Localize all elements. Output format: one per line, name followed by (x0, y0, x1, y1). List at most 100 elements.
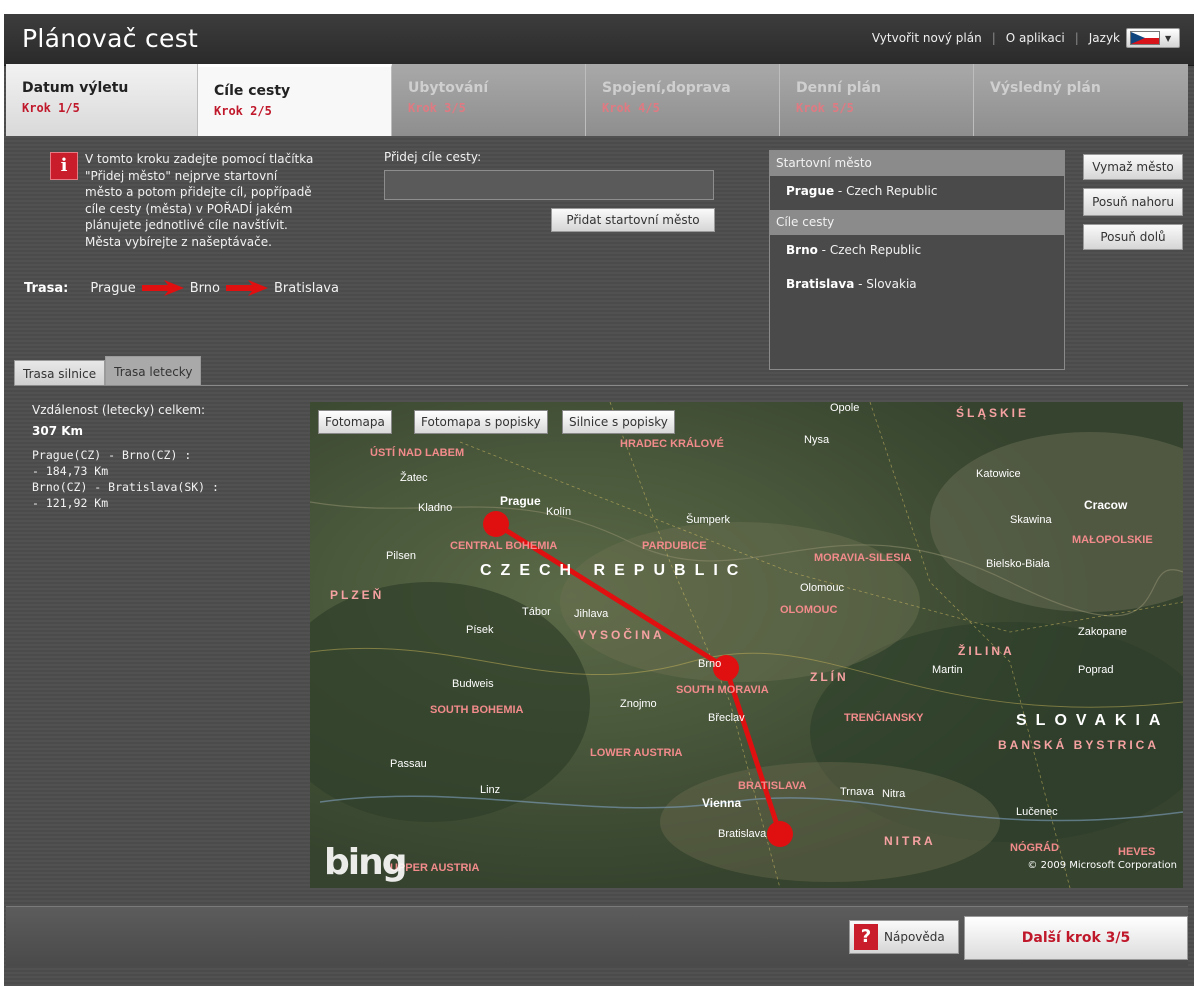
map-label: Poprad (1078, 664, 1114, 676)
step-title: Výsledný plán (990, 80, 1101, 96)
wizard-steps: Datum výletu Krok 1/5 Cíle cesty Krok 2/… (6, 64, 1188, 136)
step-tab-destinations[interactable]: Cíle cesty Krok 2/5 (198, 64, 392, 136)
map-label: Olomouc (800, 582, 845, 594)
map-label: VYSOČINA (578, 628, 665, 642)
next-step-button[interactable]: Další krok 3/5 (964, 916, 1188, 960)
distance-total: 307 Km (32, 424, 84, 438)
header-bar: Plánovač cest Vytvořit nový plán | O apl… (4, 14, 1194, 66)
map-label: ŚLĄSKIE (956, 406, 1030, 420)
step-tab-daily-plan[interactable]: Denní plán Krok 5/5 (780, 64, 974, 136)
route-city: Bratislava (274, 280, 339, 296)
map-label: SLOVAKIA (1016, 712, 1170, 729)
start-city-item[interactable]: Prague - Czech Republic (770, 176, 1064, 210)
map-label: LOWER AUSTRIA (590, 747, 683, 759)
map-label: Nysa (804, 434, 830, 446)
help-icon: ? (854, 924, 878, 950)
separator: | (1074, 31, 1079, 45)
map-label: Kolín (546, 506, 572, 518)
info-icon: i (50, 152, 78, 180)
route-label: Trasa: (24, 280, 69, 296)
app-title: Plánovač cest (22, 24, 199, 53)
step-number: Krok 2/5 (214, 104, 272, 118)
map-label: MORAVIA-SILESIA (814, 552, 912, 564)
map-label: OLOMOUC (780, 604, 838, 616)
map-label: Trnava (840, 786, 874, 798)
destinations-header: Cíle cesty (770, 210, 1064, 235)
city-country: Slovakia (866, 277, 917, 291)
distance-title: Vzdálenost (letecky) celkem: (32, 403, 206, 417)
route-tabs: Trasa silnice Trasa letecky (14, 356, 202, 386)
map-view[interactable]: ÚSTÍ NAD LABEM HRADEC KRÁLOVÉ PARDUBICE … (310, 402, 1183, 888)
help-button[interactable]: ? Nápověda (849, 920, 959, 954)
remove-city-button[interactable]: Vymaž město (1083, 154, 1183, 180)
step-title: Cíle cesty (214, 83, 291, 99)
tab-air-route[interactable]: Trasa letecky (105, 356, 202, 386)
map-label: BRATISLAVA (738, 780, 807, 792)
route-city: Prague (90, 280, 136, 296)
step-tab-accommodation[interactable]: Ubytování Krok 3/5 (392, 64, 586, 136)
about-link[interactable]: O aplikaci (1006, 31, 1065, 45)
destination-input[interactable] (384, 170, 714, 200)
map-label: Passau (390, 758, 427, 770)
city-country: Czech Republic (846, 184, 938, 198)
map-label: Kladno (418, 502, 453, 514)
map-label: HRADEC KRÁLOVÉ (620, 438, 724, 450)
step-tab-date[interactable]: Datum výletu Krok 1/5 (6, 64, 198, 136)
map-label: Nitra (882, 788, 906, 800)
add-start-city-button[interactable]: Přidat startovní město (551, 208, 715, 232)
map-label: Opole (830, 402, 860, 414)
map-label: Cracow (1084, 498, 1128, 512)
tab-road-route[interactable]: Trasa silnice (14, 360, 106, 386)
step-tab-result[interactable]: Výsledný plán (974, 64, 1188, 136)
map-label: ÚSTÍ NAD LABEM (370, 447, 465, 459)
city-list-panel: Startovní město Prague - Czech Republic … (769, 150, 1065, 370)
language-select[interactable]: ▼ (1126, 28, 1180, 48)
map-label: Linz (480, 784, 501, 796)
map-label: Budweis (452, 678, 494, 690)
map-label: SOUTH MORAVIA (676, 684, 769, 696)
map-label: Zakopane (1078, 626, 1127, 638)
info-text: V tomto kroku zadejte pomocí tlačítka "P… (85, 152, 314, 249)
map-label: Martin (932, 664, 963, 676)
map-type-photo-button[interactable]: Fotomapa (318, 410, 392, 434)
czech-flag-icon (1130, 31, 1160, 45)
chevron-down-icon: ▼ (1165, 33, 1172, 43)
map-label: Bielsko-Biała (986, 558, 1050, 570)
step-title: Denní plán (796, 80, 881, 96)
city-name: Brno (786, 243, 818, 257)
route-arrow-icon (226, 280, 268, 296)
distance-info: Vzdálenost (letecky) celkem: 307 Km Prag… (32, 402, 219, 511)
route-marker-bratislava[interactable] (767, 821, 793, 847)
map-label: NITRA (884, 834, 936, 848)
distance-legs: Prague(CZ) - Brno(CZ) : - 184,73 Km Brno… (32, 448, 219, 510)
step-title: Spojení,doprava (602, 80, 731, 96)
city-name: Prague (786, 184, 835, 198)
route-marker-prague[interactable] (483, 511, 509, 537)
map-label: Brno (698, 658, 722, 670)
step-title: Ubytování (408, 80, 489, 96)
move-down-button[interactable]: Posuň dolů (1083, 224, 1183, 250)
map-label: Jihlava (574, 608, 609, 620)
map-label: BANSKÁ BYSTRICA (998, 738, 1160, 752)
map-type-road-labels-button[interactable]: Silnice s popisky (562, 410, 675, 434)
bing-logo: bing (324, 842, 408, 883)
destination-item[interactable]: Brno - Czech Republic (770, 235, 1064, 269)
city-country: Czech Republic (829, 243, 922, 257)
move-up-button[interactable]: Posuň nahoru (1083, 188, 1183, 216)
destination-item[interactable]: Bratislava - Slovakia (770, 269, 1064, 303)
map-label: TRENČIANSKY (844, 712, 924, 724)
map-label: SOUTH BOHEMIA (430, 704, 524, 716)
new-plan-link[interactable]: Vytvořit nový plán (872, 31, 982, 45)
separator: | (991, 31, 996, 45)
map-label: Žatec (400, 472, 428, 484)
map-label: Břeclav (708, 712, 745, 724)
route-city: Brno (189, 280, 220, 296)
step-tab-transport[interactable]: Spojení,doprava Krok 4/5 (586, 64, 780, 136)
help-label: Nápověda (884, 930, 945, 944)
start-city-header: Startovní město (770, 151, 1064, 176)
map-type-photo-labels-button[interactable]: Fotomapa s popisky (414, 410, 548, 434)
map-label: CENTRAL BOHEMIA (450, 540, 558, 552)
map-label: Bratislava (718, 828, 767, 840)
step-number: Krok 5/5 (796, 101, 854, 115)
step-number: Krok 3/5 (408, 101, 466, 115)
